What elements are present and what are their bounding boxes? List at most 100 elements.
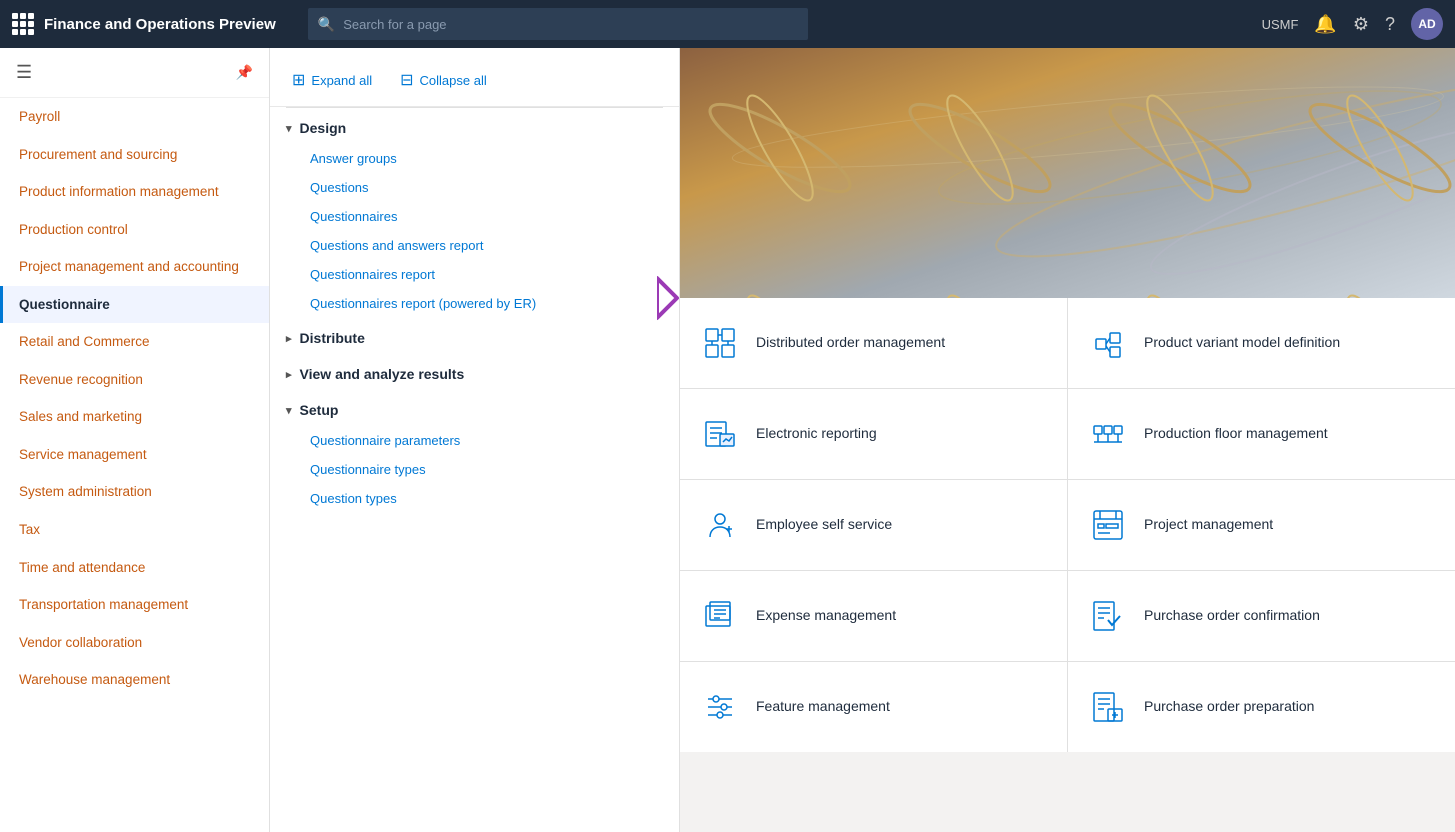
link-question-types[interactable]: Question types xyxy=(270,484,679,513)
sidebar-item-procurement[interactable]: Procurement and sourcing xyxy=(0,136,269,174)
tile-product-variant[interactable]: Product variant model definition xyxy=(1068,298,1455,388)
tile-label-employee-self: Employee self service xyxy=(756,515,892,535)
company-label: USMF xyxy=(1262,17,1299,32)
sidebar-item-service[interactable]: Service management xyxy=(0,436,269,474)
purchase-order-confirm-icon xyxy=(1088,596,1128,636)
collapse-icon: ⊟ xyxy=(400,70,413,90)
tile-label-electronic-reporting: Electronic reporting xyxy=(756,424,877,444)
employee-self-icon xyxy=(700,505,740,545)
chevron-distribute-icon: ▸ xyxy=(286,332,292,345)
tile-project-mgmt[interactable]: Project management xyxy=(1068,480,1455,570)
panel-sections: ▾DesignAnswer groupsQuestionsQuestionnai… xyxy=(270,112,679,513)
sidebar-item-sales[interactable]: Sales and marketing xyxy=(0,398,269,436)
waffle-icon[interactable] xyxy=(12,13,34,35)
panel-toolbar: ⊞ Expand all ⊟ Collapse all xyxy=(270,58,679,107)
app-title: Finance and Operations Preview xyxy=(44,16,276,33)
help-icon[interactable]: ? xyxy=(1385,14,1395,35)
sidebar-item-tax[interactable]: Tax xyxy=(0,511,269,549)
sidebar: ☰ 📌 PayrollProcurement and sourcingProdu… xyxy=(0,48,270,832)
sidebar-item-payroll[interactable]: Payroll xyxy=(0,98,269,136)
project-mgmt-icon xyxy=(1088,505,1128,545)
link-questionnaires-report-(powered-by-er)[interactable]: Questionnaires report (powered by ER) xyxy=(270,289,679,318)
link-answer-groups[interactable]: Answer groups xyxy=(270,144,679,173)
nav-right: USMF 🔔 ⚙ ? AD xyxy=(1262,8,1443,40)
link-questionnaire-types[interactable]: Questionnaire types xyxy=(270,455,679,484)
sidebar-item-warehouse[interactable]: Warehouse management xyxy=(0,661,269,699)
link-questionnaire-parameters[interactable]: Questionnaire parameters xyxy=(270,426,679,455)
sidebar-item-sysadmin[interactable]: System administration xyxy=(0,473,269,511)
sidebar-item-transport[interactable]: Transportation management xyxy=(0,586,269,624)
tile-label-production-floor: Production floor management xyxy=(1144,424,1328,444)
purchase-order-prep-icon xyxy=(1088,687,1128,727)
tile-label-expense-mgmt: Expense management xyxy=(756,606,896,626)
electronic-reporting-icon xyxy=(700,414,740,454)
link-questionnaires[interactable]: Questionnaires xyxy=(270,202,679,231)
section-label-view-analyze: View and analyze results xyxy=(300,366,465,382)
link-questions[interactable]: Questions xyxy=(270,173,679,202)
sidebar-item-time[interactable]: Time and attendance xyxy=(0,549,269,587)
toolbar-separator xyxy=(286,107,663,108)
main-content: Distributed order management Product vari… xyxy=(680,48,1455,832)
chevron-view-analyze-icon: ▸ xyxy=(286,368,292,381)
section-header-view-analyze[interactable]: ▸ View and analyze results xyxy=(270,358,679,390)
chevron-setup-icon: ▾ xyxy=(286,404,292,417)
link-questionnaires-report[interactable]: Questionnaires report xyxy=(270,260,679,289)
tile-label-project-mgmt: Project management xyxy=(1144,515,1273,535)
tile-distributed-order[interactable]: Distributed order management xyxy=(680,298,1067,388)
tile-electronic-reporting[interactable]: Electronic reporting xyxy=(680,389,1067,479)
sidebar-item-vendor[interactable]: Vendor collaboration xyxy=(0,624,269,662)
user-avatar[interactable]: AD xyxy=(1411,8,1443,40)
sidebar-item-questionnaire[interactable]: Questionnaire xyxy=(0,286,269,324)
tile-label-distributed-order: Distributed order management xyxy=(756,333,945,353)
tile-expense-mgmt[interactable]: Expense management xyxy=(680,571,1067,661)
search-input[interactable] xyxy=(343,17,798,32)
expense-mgmt-icon xyxy=(700,596,740,636)
tile-employee-self[interactable]: Employee self service xyxy=(680,480,1067,570)
section-header-design[interactable]: ▾ Design xyxy=(270,112,679,144)
sidebar-item-revenue[interactable]: Revenue recognition xyxy=(0,361,269,399)
tile-purchase-order-confirm[interactable]: Purchase order confirmation xyxy=(1068,571,1455,661)
pin-icon[interactable]: 📌 xyxy=(236,64,253,81)
settings-icon[interactable]: ⚙ xyxy=(1353,14,1369,35)
sidebar-items: PayrollProcurement and sourcingProduct i… xyxy=(0,98,269,699)
tile-label-feature-mgmt: Feature management xyxy=(756,697,890,717)
section-view-analyze: ▸ View and analyze results xyxy=(270,358,679,390)
section-header-distribute[interactable]: ▸ Distribute xyxy=(270,322,679,354)
distributed-order-icon xyxy=(700,323,740,363)
tile-purchase-order-prep[interactable]: Purchase order preparation xyxy=(1068,662,1455,752)
expand-all-button[interactable]: ⊞ Expand all xyxy=(286,66,378,94)
sidebar-item-product-info[interactable]: Product information management xyxy=(0,173,269,211)
section-design: ▾DesignAnswer groupsQuestionsQuestionnai… xyxy=(270,112,679,318)
sidebar-item-production[interactable]: Production control xyxy=(0,211,269,249)
expand-icon: ⊞ xyxy=(292,70,305,90)
tile-label-product-variant: Product variant model definition xyxy=(1144,333,1340,353)
sidebar-item-retail[interactable]: Retail and Commerce xyxy=(0,323,269,361)
app-logo: Finance and Operations Preview xyxy=(12,13,276,35)
section-label-design: Design xyxy=(300,120,347,136)
tile-feature-mgmt[interactable]: Feature management xyxy=(680,662,1067,752)
hamburger-icon[interactable]: ☰ xyxy=(16,62,32,83)
notification-icon[interactable]: 🔔 xyxy=(1314,14,1336,35)
sidebar-header: ☰ 📌 xyxy=(0,48,269,98)
product-variant-icon xyxy=(1088,323,1128,363)
tile-production-floor[interactable]: Production floor management xyxy=(1068,389,1455,479)
hero-banner xyxy=(680,48,1455,298)
link-questions-and-answers-report[interactable]: Questions and answers report xyxy=(270,231,679,260)
search-icon: 🔍 xyxy=(318,16,335,33)
hero-svg xyxy=(680,48,1455,298)
collapse-all-button[interactable]: ⊟ Collapse all xyxy=(394,66,493,94)
sidebar-item-project[interactable]: Project management and accounting xyxy=(0,248,269,286)
section-label-distribute: Distribute xyxy=(300,330,365,346)
section-label-setup: Setup xyxy=(300,402,339,418)
feature-mgmt-icon xyxy=(700,687,740,727)
section-distribute: ▸ Distribute xyxy=(270,322,679,354)
tile-label-purchase-order-confirm: Purchase order confirmation xyxy=(1144,606,1320,626)
chevron-design-icon: ▾ xyxy=(286,122,292,135)
collapse-all-label: Collapse all xyxy=(420,73,487,88)
tile-label-purchase-order-prep: Purchase order preparation xyxy=(1144,697,1314,717)
section-header-setup[interactable]: ▾ Setup xyxy=(270,394,679,426)
tiles-grid: Distributed order management Product vari… xyxy=(680,298,1455,752)
expand-all-label: Expand all xyxy=(311,73,372,88)
questionnaire-panel: ⊞ Expand all ⊟ Collapse all ▾ Design Answe… xyxy=(270,48,680,832)
search-bar[interactable]: 🔍 xyxy=(308,8,808,40)
